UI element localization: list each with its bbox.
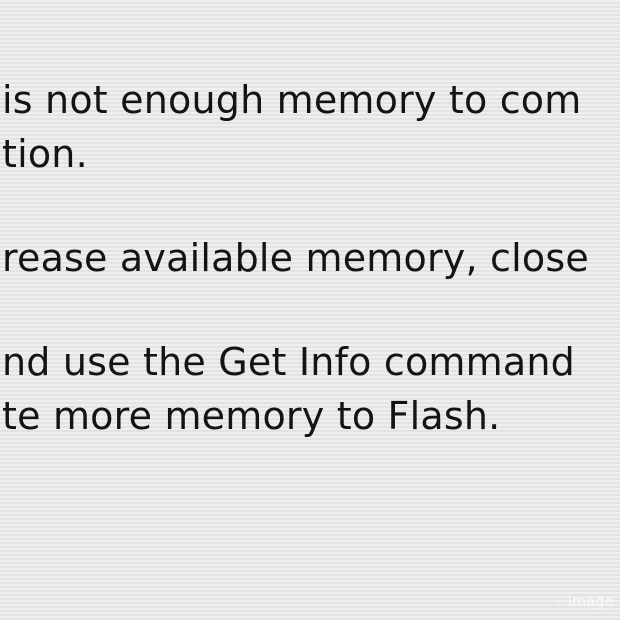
watermark-text: - image [557, 594, 614, 610]
message-line: tion. [2, 132, 88, 176]
message-line: nd use the Get Info command [2, 340, 575, 384]
message-line: is not enough memory to com [2, 78, 582, 122]
error-dialog: is not enough memory to com tion. rease … [0, 0, 620, 620]
message-line: rease available memory, close [2, 236, 589, 280]
message-line: te more memory to Flash. [2, 394, 501, 438]
